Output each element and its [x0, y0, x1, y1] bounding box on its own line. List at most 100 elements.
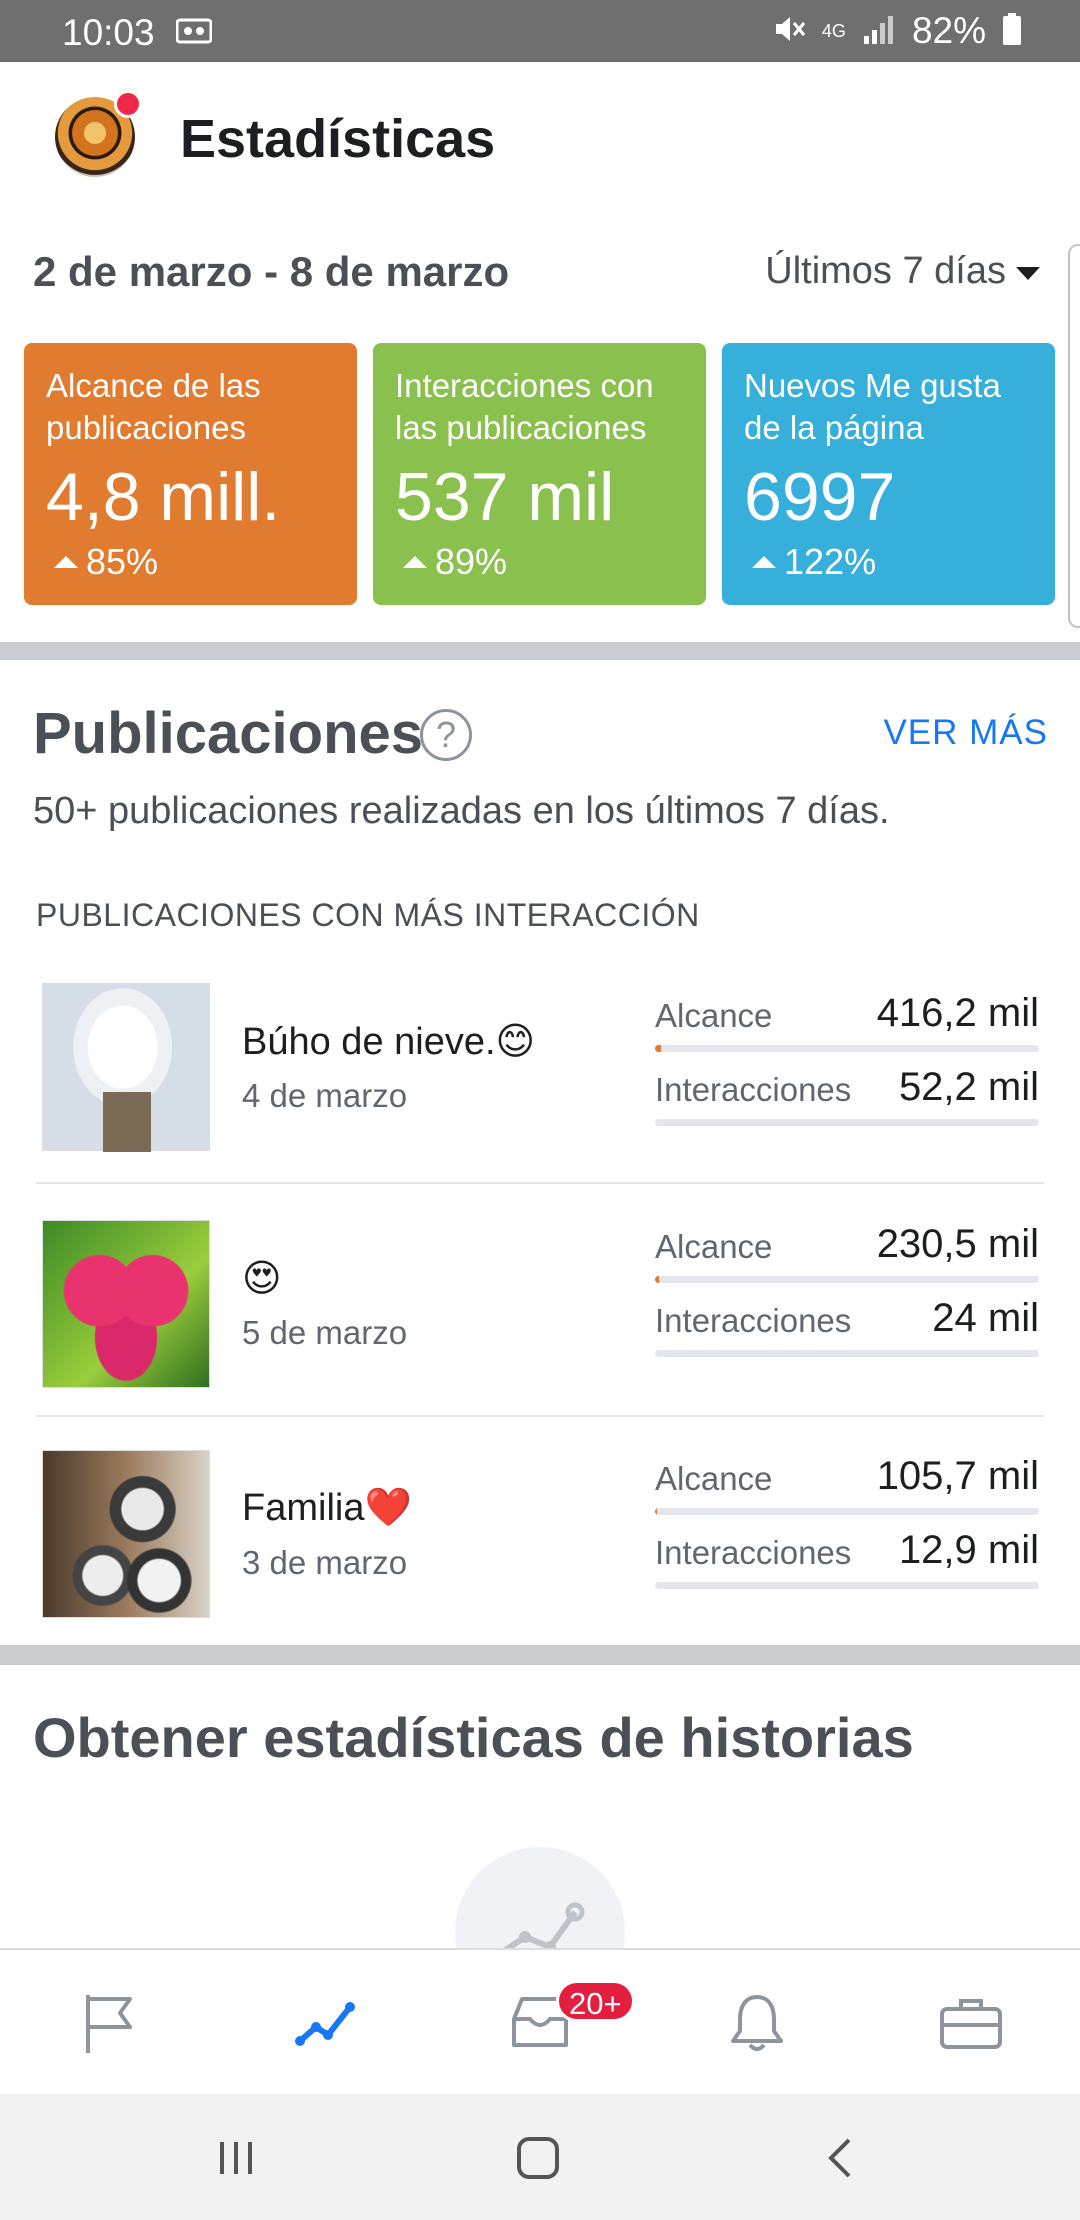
reach-card[interactable]: Alcance de las publicaciones 4,8 mill. 8… — [24, 343, 357, 605]
bell-icon — [731, 1995, 783, 2051]
trend-up-icon — [403, 556, 427, 568]
metric-label: Alcance — [655, 1460, 773, 1497]
card-value: 537 mil — [395, 459, 615, 535]
metric-label: Interacciones — [655, 1534, 852, 1571]
nav-tools[interactable] — [936, 1988, 1006, 2058]
publications-section: Publicaciones ? VER MÁS 50+ publicacione… — [0, 660, 1080, 1645]
post-metrics: Alcance 105,7 mil Interacciones 12,9 mil — [655, 1454, 1039, 1602]
metric-value: 230,5 mil — [876, 1222, 1039, 1266]
metric-label: Interacciones — [655, 1302, 852, 1339]
stories-section: Obtener estadísticas de historias — [0, 1665, 1080, 1950]
voicemail-icon — [175, 17, 213, 45]
nav-pages[interactable] — [73, 1988, 143, 2058]
page-title: Estadísticas — [180, 109, 496, 169]
battery-icon — [1002, 12, 1022, 51]
card-value: 6997 — [744, 459, 896, 535]
recent-apps-icon — [220, 2142, 252, 2174]
nav-notifications[interactable] — [722, 1988, 792, 2058]
app-header: Estadísticas — [0, 62, 1080, 212]
metric-cards: Alcance de las publicaciones 4,8 mill. 8… — [24, 343, 1056, 605]
top-posts-heading: PUBLICACIONES CON MÁS INTERACCIÓN — [36, 897, 700, 933]
reach-bar-fill — [655, 1508, 657, 1515]
notification-dot — [114, 90, 142, 118]
post-date: 5 de marzo — [242, 1314, 408, 1351]
section-subtitle: 50+ publicaciones realizadas en los últi… — [33, 790, 890, 832]
interactions-metric: Interacciones 12,9 mil — [655, 1528, 1039, 1602]
carousel-edge — [1068, 244, 1080, 628]
section-divider — [0, 1645, 1080, 1665]
metric-label: Alcance — [655, 1228, 773, 1265]
caret-down-icon — [1016, 267, 1040, 280]
metric-value: 12,9 mil — [898, 1528, 1039, 1572]
post-title: Familia❤️ — [242, 1487, 412, 1529]
reach-bar — [655, 1508, 1039, 1515]
see-more-link[interactable]: VER MÁS — [883, 713, 1048, 753]
post-date: 3 de marzo — [242, 1544, 408, 1581]
status-indicators: 4G 82% — [772, 10, 1022, 52]
metric-label: Interacciones — [655, 1071, 852, 1108]
card-change-value: 85% — [86, 541, 159, 582]
row-divider — [36, 1182, 1044, 1184]
briefcase-icon — [940, 1999, 1002, 2049]
card-change: 122% — [744, 541, 1033, 583]
post-row[interactable]: 😍 5 de marzo Alcance 230,5 mil Interacci… — [36, 1220, 1044, 1452]
home-icon — [517, 2137, 559, 2179]
nav-insights[interactable] — [291, 1988, 361, 2058]
mute-icon — [772, 12, 806, 51]
post-title: 😍 — [242, 1258, 282, 1300]
period-label: Últimos 7 días — [765, 250, 1006, 292]
back-button[interactable] — [810, 2130, 870, 2186]
trend-up-icon — [54, 556, 78, 568]
section-divider — [0, 642, 1080, 660]
row-divider — [36, 1415, 1044, 1417]
card-change: 89% — [395, 541, 684, 583]
reach-bar-fill — [655, 1045, 661, 1052]
help-icon[interactable]: ? — [420, 709, 472, 761]
post-row[interactable]: Búho de nieve.😊 4 de marzo Alcance 416,2… — [36, 983, 1044, 1215]
interactions-card[interactable]: Interacciones con las publicaciones 537 … — [373, 343, 706, 605]
interactions-metric: Interacciones 24 mil — [655, 1296, 1039, 1370]
post-date: 4 de marzo — [242, 1077, 408, 1114]
post-title: Búho de nieve.😊 — [242, 1021, 536, 1063]
metric-value: 24 mil — [932, 1296, 1039, 1340]
interactions-bar — [655, 1119, 1039, 1126]
overview-section: 2 de marzo - 8 de marzo Últimos 7 días A… — [0, 212, 1080, 642]
metric-value: 416,2 mil — [876, 991, 1039, 1035]
card-value: 4,8 mill. — [46, 459, 281, 535]
post-metrics: Alcance 416,2 mil Interacciones 52,2 mil — [655, 991, 1039, 1139]
post-thumbnail — [42, 983, 210, 1152]
section-title: Publicaciones — [33, 701, 424, 766]
post-thumbnail — [42, 1450, 210, 1618]
stories-illustration — [455, 1847, 625, 1950]
reach-bar-fill — [655, 1276, 659, 1283]
card-change-value: 89% — [435, 541, 508, 582]
bottom-nav: 20+ — [0, 1948, 1080, 2094]
battery-percent: 82% — [911, 10, 986, 51]
inbox-badge: 20+ — [556, 1980, 635, 2022]
interactions-metric: Interacciones 52,2 mil — [655, 1065, 1039, 1139]
status-time: 10:03 — [62, 12, 155, 53]
page-likes-card[interactable]: Nuevos Me gusta de la página 6997 122% — [722, 343, 1055, 605]
insights-icon — [295, 2002, 355, 2046]
card-label: Alcance de las publicaciones — [46, 367, 261, 446]
reach-bar — [655, 1276, 1039, 1283]
date-range: 2 de marzo - 8 de marzo — [33, 248, 510, 295]
reach-bar — [655, 1045, 1039, 1052]
status-bar: 10:03 4G 82% — [0, 0, 1080, 62]
post-thumbnail — [42, 1220, 210, 1388]
back-icon — [828, 2138, 851, 2178]
chart-line-icon — [500, 1902, 585, 1950]
recent-apps-button[interactable] — [206, 2130, 266, 2186]
signal-icon — [862, 14, 896, 49]
metric-value: 52,2 mil — [898, 1065, 1039, 1109]
trend-up-icon — [752, 556, 776, 568]
network-4g-icon: 4G — [822, 22, 846, 40]
card-label: Interacciones con las publicaciones — [395, 367, 654, 446]
home-button[interactable] — [508, 2130, 568, 2186]
metric-label: Alcance — [655, 997, 773, 1034]
card-label: Nuevos Me gusta de la página — [744, 367, 1001, 446]
card-change: 85% — [46, 541, 335, 583]
period-selector[interactable]: Últimos 7 días — [765, 250, 1040, 293]
flag-icon — [86, 1995, 132, 2053]
reach-metric: Alcance 416,2 mil — [655, 991, 1039, 1065]
